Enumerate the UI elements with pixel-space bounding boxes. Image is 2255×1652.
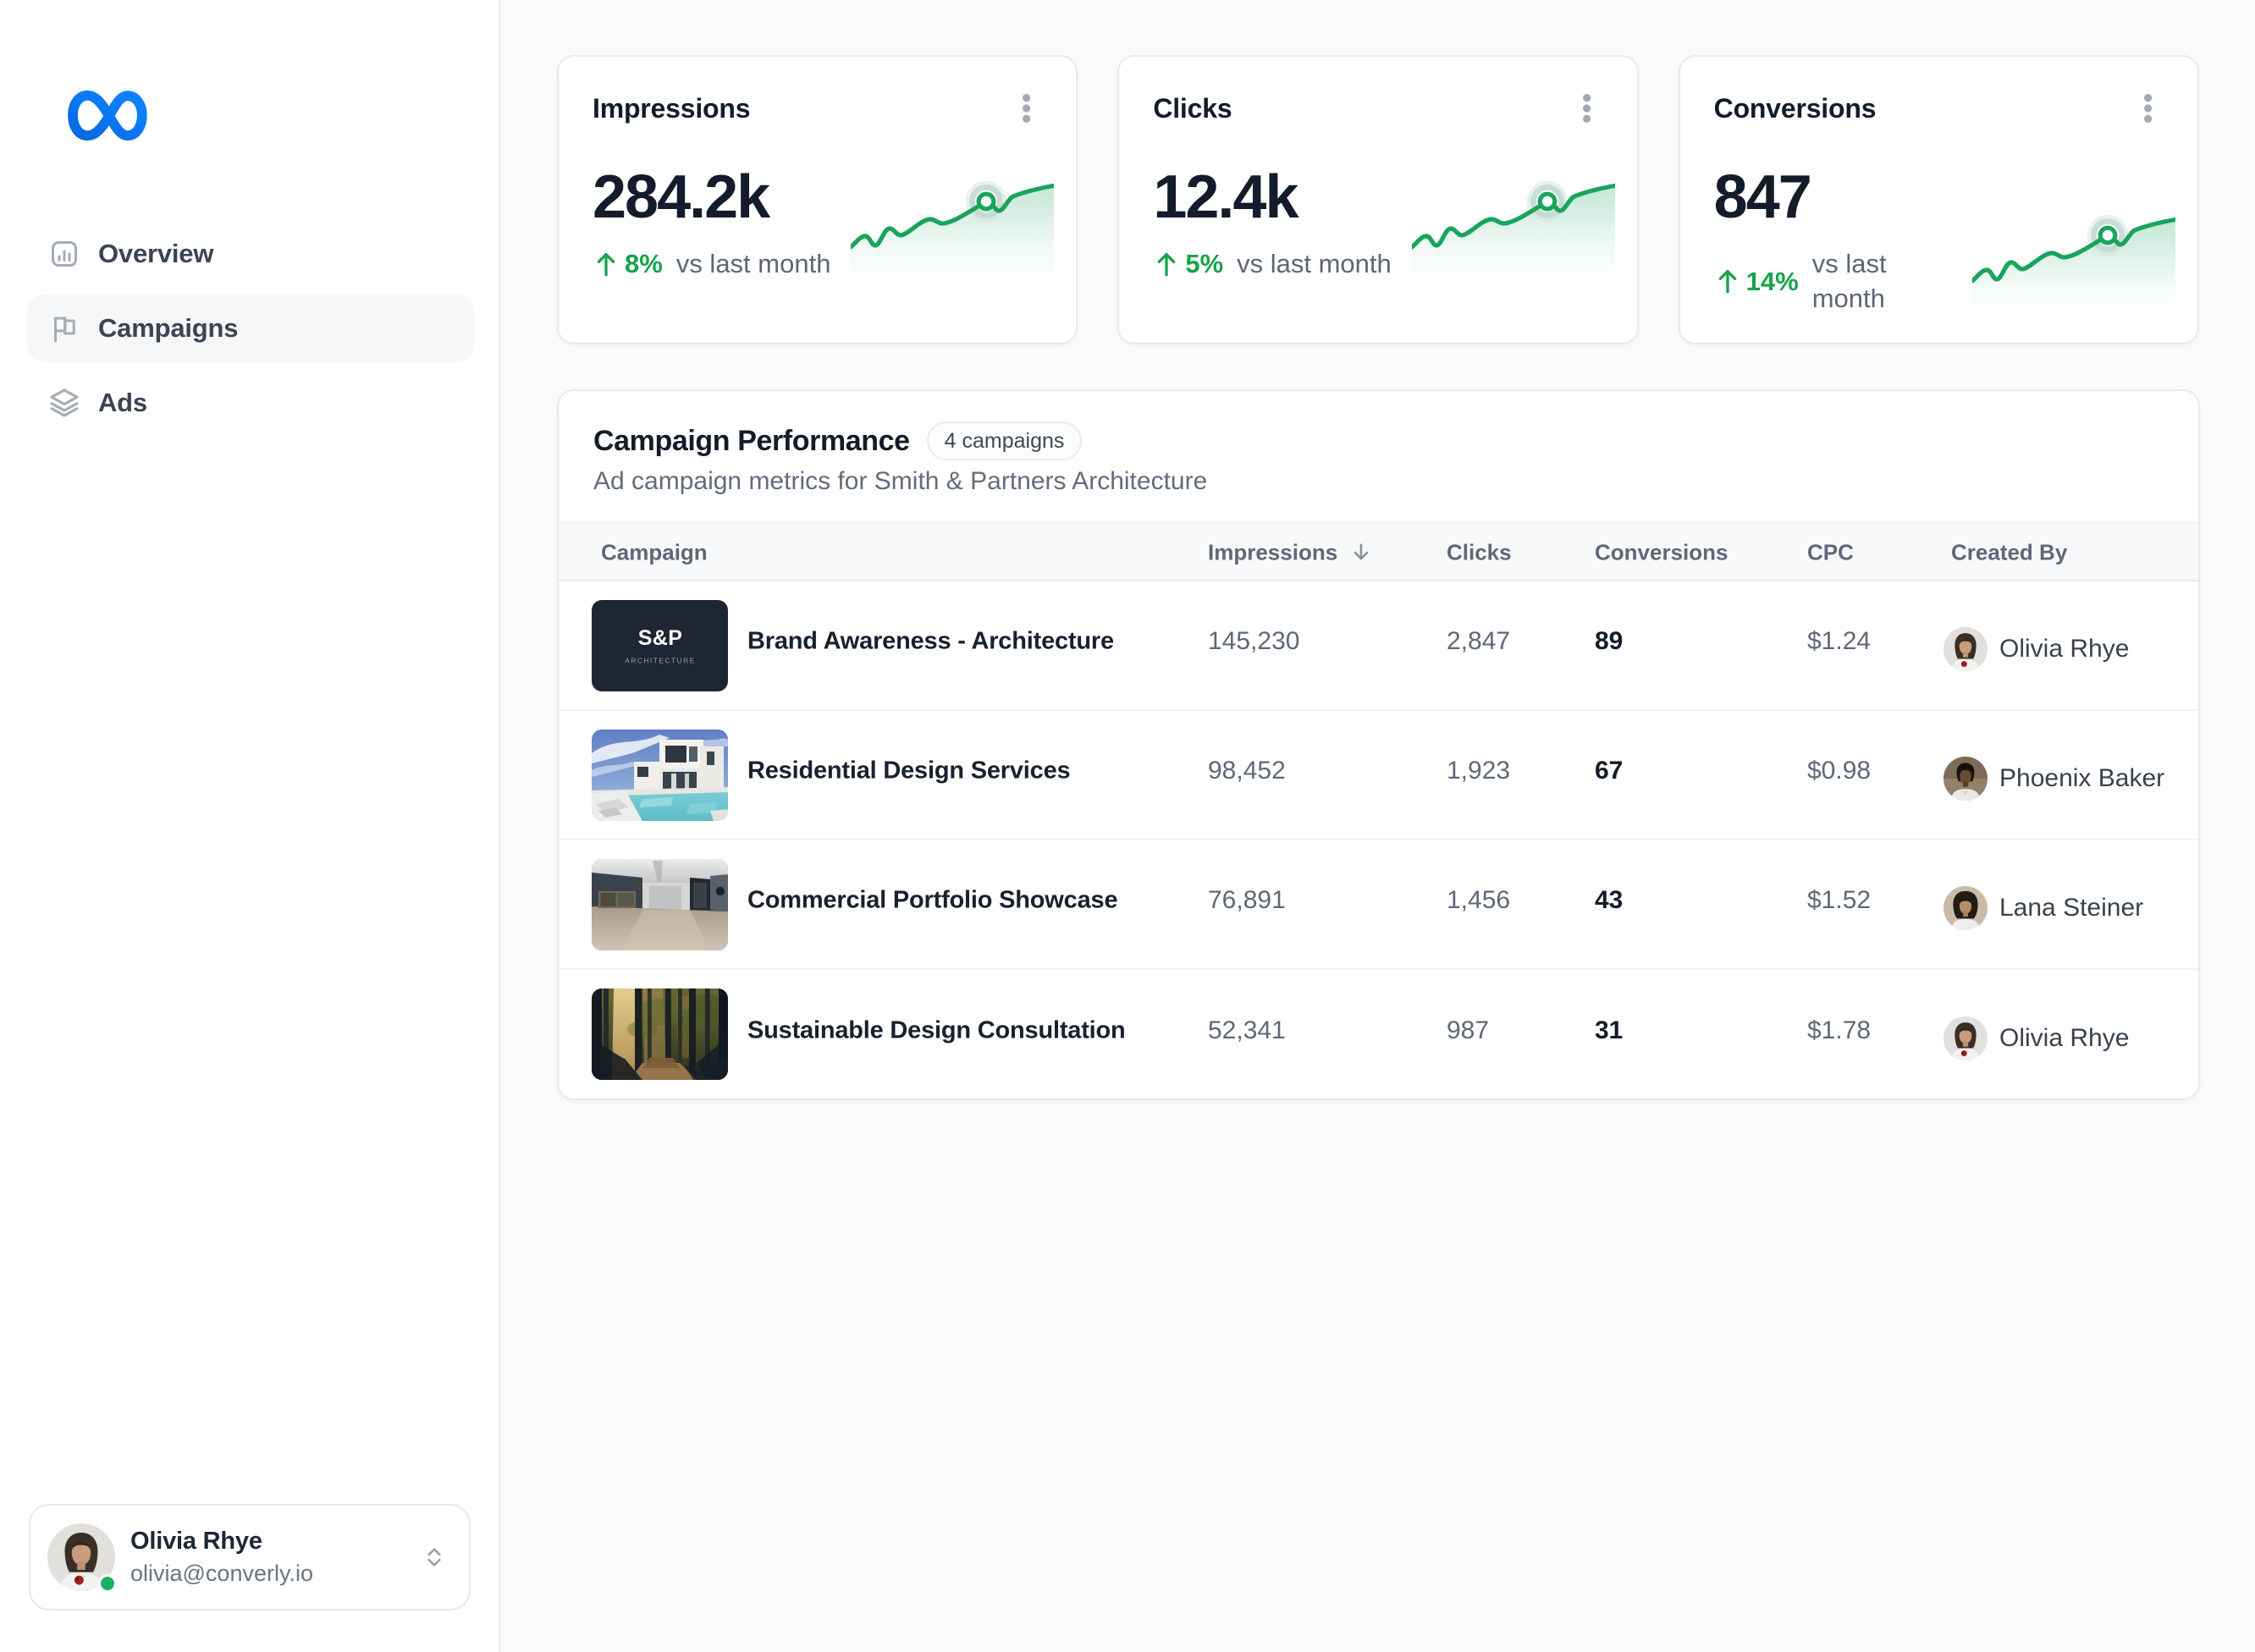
svg-text:ARCHITECTURE: ARCHITECTURE [625, 657, 696, 665]
svg-text:S&P: S&P [638, 626, 683, 650]
